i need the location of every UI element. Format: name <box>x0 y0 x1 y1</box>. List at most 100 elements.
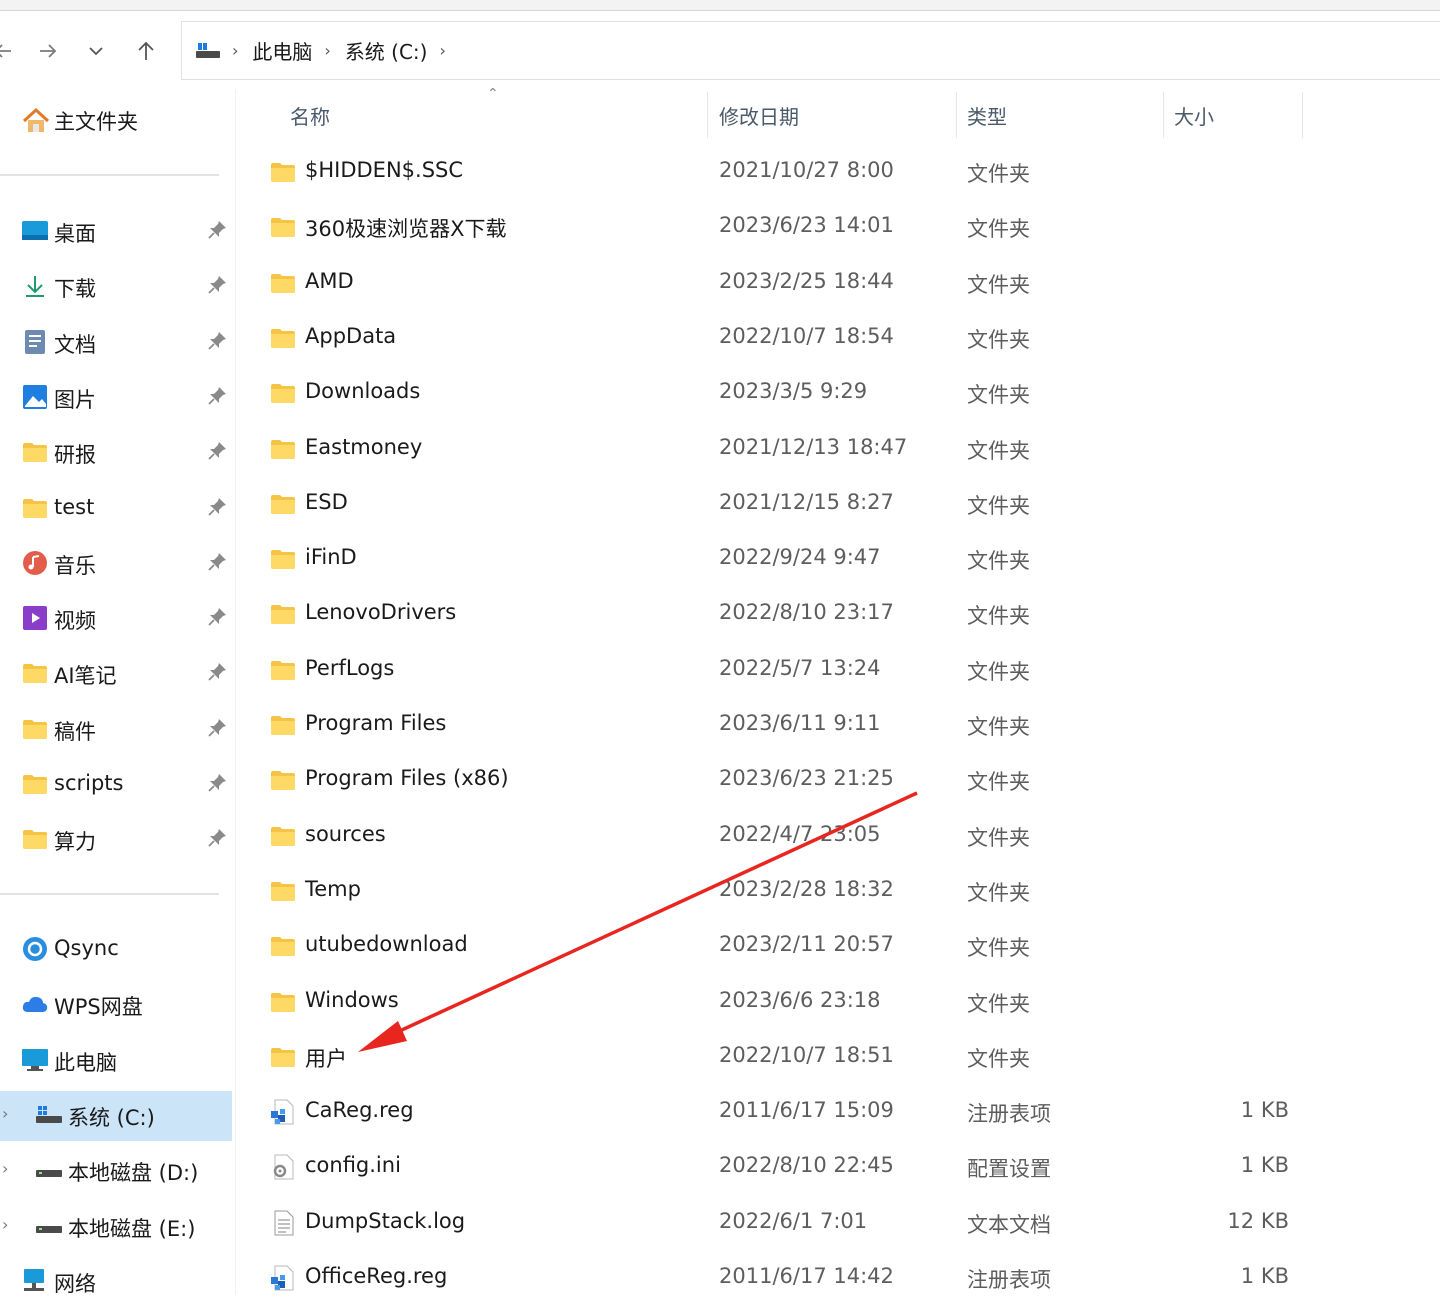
sidebar-item-pinned[interactable]: 文档 <box>0 318 232 368</box>
file-row[interactable]: 用户 2022/10/7 18:51 文件夹 <box>256 1030 1306 1085</box>
text-file-icon <box>274 1210 294 1236</box>
column-divider[interactable] <box>956 92 957 138</box>
file-date: 2011/6/17 15:09 <box>719 1098 894 1123</box>
sidebar-item-pinned[interactable]: 图片 <box>0 373 232 423</box>
file-date: 2023/6/23 14:01 <box>719 213 894 238</box>
expand-chevron-icon[interactable]: › <box>2 1104 8 1123</box>
file-row[interactable]: utubedownload 2023/2/11 20:57 文件夹 <box>256 919 1306 974</box>
column-header-size[interactable]: 大小 <box>1174 92 1214 138</box>
column-divider[interactable] <box>707 92 708 138</box>
file-name: OfficeReg.reg <box>305 1264 448 1288</box>
file-row[interactable]: iFinD 2022/9/24 9:47 文件夹 <box>256 532 1306 587</box>
breadcrumb-separator[interactable]: › <box>324 41 330 60</box>
sidebar-item-pinned[interactable]: 音乐 <box>0 539 232 589</box>
pin-icon[interactable] <box>206 440 228 462</box>
file-row[interactable]: LenovoDrivers 2022/8/10 23:17 文件夹 <box>256 587 1306 642</box>
file-type: 文件夹 <box>967 825 1030 850</box>
sidebar-item-home[interactable]: 主文件夹 <box>22 106 138 136</box>
address-bar[interactable]: › 此电脑 › 系统 (C:) › <box>181 21 1440 80</box>
file-row[interactable]: AppData 2022/10/7 18:54 文件夹 <box>256 311 1306 366</box>
column-divider[interactable] <box>1302 92 1303 138</box>
drive-icon <box>36 1170 62 1178</box>
file-type: 文件夹 <box>967 659 1030 684</box>
folder-icon <box>271 494 295 514</box>
sidebar-item-location[interactable]: › 系统 (C:) <box>0 1090 232 1141</box>
expand-chevron-icon[interactable]: › <box>2 1159 8 1178</box>
sidebar-item-pinned[interactable]: 研报 <box>0 428 232 478</box>
pane-divider <box>235 90 236 1294</box>
expand-chevron-icon[interactable]: › <box>2 1215 8 1234</box>
file-row[interactable]: Program Files 2023/6/11 9:11 文件夹 <box>256 698 1306 753</box>
file-date: 2022/6/1 7:01 <box>719 1208 868 1233</box>
file-date: 2021/10/27 8:00 <box>719 158 894 182</box>
file-row[interactable]: Temp 2023/2/28 18:32 文件夹 <box>256 864 1306 919</box>
pin-icon[interactable] <box>206 219 228 241</box>
sidebar-item-pinned[interactable]: test <box>0 484 232 534</box>
file-row[interactable]: CaReg.reg 2011/6/17 15:09 注册表项 1 KB <box>256 1085 1306 1140</box>
sidebar-item-location[interactable]: › 本地磁盘 (D:) <box>0 1146 232 1196</box>
sidebar-divider <box>0 893 219 895</box>
file-type: 文件夹 <box>967 272 1030 297</box>
pin-icon[interactable] <box>206 606 228 628</box>
pin-icon[interactable] <box>206 717 228 739</box>
download-icon <box>26 276 44 298</box>
file-row[interactable]: DumpStack.log 2022/6/1 7:01 文本文档 12 KB <box>256 1196 1306 1251</box>
sidebar-item-location[interactable]: 网络 <box>0 1257 232 1307</box>
sidebar-item-location[interactable]: Qsync <box>0 925 232 975</box>
sidebar-item-pinned[interactable]: scripts <box>0 760 232 810</box>
sidebar-item-location[interactable]: WPS网盘 <box>0 980 232 1030</box>
network-icon <box>24 1268 44 1291</box>
column-header-date[interactable]: 修改日期 <box>719 92 799 138</box>
file-row[interactable]: Program Files (x86) 2023/6/23 21:25 文件夹 <box>256 753 1306 808</box>
pin-icon[interactable] <box>206 661 228 683</box>
up-button[interactable] <box>131 36 161 66</box>
file-row[interactable]: Windows 2023/6/6 23:18 文件夹 <box>256 975 1306 1030</box>
sidebar-item-label: 音乐 <box>54 553 96 578</box>
qsync-icon <box>23 937 47 961</box>
file-row[interactable]: Eastmoney 2021/12/13 18:47 文件夹 <box>256 422 1306 477</box>
breadcrumb-this-pc[interactable]: 此电脑 <box>252 36 312 65</box>
breadcrumb-separator[interactable]: › <box>232 41 238 60</box>
folder-icon <box>271 1047 295 1067</box>
back-button[interactable] <box>0 36 18 66</box>
pin-icon[interactable] <box>206 330 228 352</box>
sidebar-item-pinned[interactable]: AI笔记 <box>0 649 232 699</box>
sidebar-item-pinned[interactable]: 算力 <box>0 815 232 865</box>
breadcrumb-separator[interactable]: › <box>439 41 445 60</box>
sidebar-item-location[interactable]: › 本地磁盘 (E:) <box>0 1202 232 1252</box>
file-row[interactable]: AMD 2023/2/25 18:44 文件夹 <box>256 256 1306 311</box>
sidebar-item-pinned[interactable]: 下载 <box>0 262 232 312</box>
file-name: 用户 <box>305 1046 347 1071</box>
folder-icon <box>23 775 47 794</box>
file-row[interactable]: 360极速浏览器X下载 2023/6/23 14:01 文件夹 <box>256 200 1306 255</box>
pictures-icon <box>23 384 47 409</box>
sidebar-item-pinned[interactable]: 稿件 <box>0 705 232 755</box>
column-header-name[interactable]: 名称 <box>290 92 330 138</box>
pin-icon[interactable] <box>206 551 228 573</box>
pin-icon[interactable] <box>206 274 228 296</box>
column-divider[interactable] <box>1163 92 1164 138</box>
sidebar-item-pinned[interactable]: 桌面 <box>0 207 232 257</box>
breadcrumb-system-c[interactable]: 系统 (C:) <box>345 36 428 65</box>
file-row[interactable]: sources 2022/4/7 23:05 文件夹 <box>256 809 1306 864</box>
file-date: 2022/10/7 18:51 <box>719 1042 894 1067</box>
sidebar-item-location[interactable]: 此电脑 <box>0 1036 232 1086</box>
file-type: 文件夹 <box>967 549 1030 574</box>
file-row[interactable]: $HIDDEN$.SSC 2021/10/27 8:00 文件夹 <box>256 145 1306 200</box>
pin-icon[interactable] <box>206 496 228 518</box>
folder-icon <box>271 937 295 957</box>
file-row[interactable]: PerfLogs 2022/5/7 13:24 文件夹 <box>256 643 1306 698</box>
file-row[interactable]: Downloads 2023/3/5 9:29 文件夹 <box>256 366 1306 421</box>
file-type: 文本文档 <box>967 1212 1051 1237</box>
music-icon <box>23 550 47 575</box>
file-row[interactable]: OfficeReg.reg 2011/6/17 14:42 注册表项 1 KB <box>256 1251 1306 1306</box>
pin-icon[interactable] <box>206 772 228 794</box>
sidebar-item-pinned[interactable]: 视频 <box>0 594 232 644</box>
file-row[interactable]: config.ini 2022/8/10 22:45 配置设置 1 KB <box>256 1140 1306 1195</box>
pin-icon[interactable] <box>206 827 228 849</box>
file-row[interactable]: ESD 2021/12/15 8:27 文件夹 <box>256 477 1306 532</box>
forward-button[interactable] <box>33 36 63 66</box>
column-header-type[interactable]: 类型 <box>967 92 1007 138</box>
recent-locations-button[interactable] <box>81 36 111 66</box>
pin-icon[interactable] <box>206 385 228 407</box>
